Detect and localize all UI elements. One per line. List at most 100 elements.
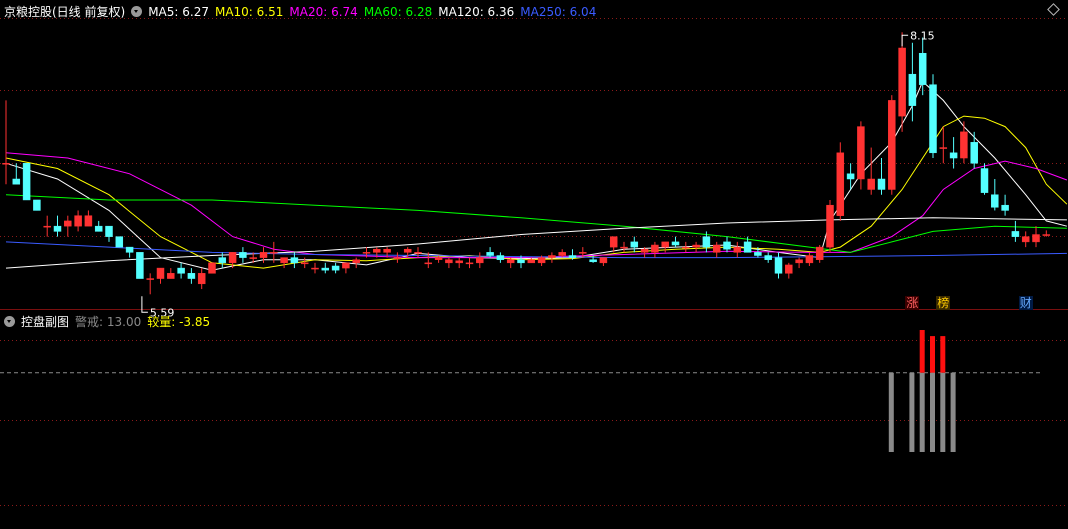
candle-body: [290, 257, 299, 264]
candle-body: [455, 260, 463, 264]
candle-body: [12, 178, 21, 185]
event-badge[interactable]: 榜: [936, 296, 951, 310]
candle-body: [64, 220, 72, 227]
candle-body: [22, 163, 31, 201]
candle-body: [187, 273, 196, 279]
candle-body: [774, 257, 783, 274]
candle-body: [527, 259, 536, 264]
candle-body: [918, 52, 927, 85]
ma-line-ma250: [5, 241, 1067, 259]
candle-body: [259, 252, 268, 258]
candle-body: [548, 255, 556, 258]
candle-body: [857, 126, 865, 180]
candle-body: [383, 248, 391, 253]
candle-body: [908, 73, 917, 106]
candlestick-chart: 8.155.59: [0, 18, 1068, 506]
sub-bar-gray: [909, 372, 915, 452]
candle-body: [795, 259, 803, 264]
candle-body: [249, 257, 257, 259]
dropdown-icon[interactable]: [4, 316, 15, 327]
candle-body: [579, 252, 587, 254]
candle-body: [1042, 234, 1051, 236]
candle-body: [156, 267, 165, 279]
candle-body: [321, 267, 330, 271]
candle-body: [558, 252, 566, 256]
candle-body: [403, 248, 412, 253]
candle-body: [723, 241, 731, 250]
candle-body: [146, 278, 154, 280]
sub-bar-gray: [940, 372, 946, 452]
sub-bar-gray: [930, 372, 935, 452]
candle-body: [929, 84, 937, 154]
candle-body: [733, 246, 742, 253]
candle-body: [939, 147, 948, 149]
candle-body: [362, 252, 371, 254]
ma-line-ma20: [5, 152, 1068, 259]
candle-body: [1001, 204, 1009, 211]
candle-body: [208, 262, 216, 274]
warning-label: 警戒: 13.00: [75, 315, 142, 329]
candle-body: [94, 225, 103, 232]
event-badge[interactable]: 涨: [905, 296, 920, 310]
candle-body: [331, 265, 340, 271]
candle-body: [568, 255, 577, 258]
candle-body: [589, 259, 597, 263]
candle-body: [74, 215, 82, 227]
candle-body: [228, 252, 237, 264]
compare-label: 较量: -3.85: [147, 315, 211, 329]
candle-body: [342, 262, 350, 269]
candle-body: [424, 262, 433, 265]
event-badge[interactable]: 财: [1018, 296, 1033, 310]
candle-body: [311, 267, 319, 270]
candle-body: [826, 204, 834, 248]
candle-body: [1011, 231, 1020, 237]
candle-body: [743, 241, 752, 253]
candle-body: [506, 259, 515, 264]
candle-body: [177, 267, 185, 274]
candle-body: [445, 259, 453, 264]
candle-body: [373, 248, 381, 253]
candle-body: [434, 257, 443, 260]
candle-body: [84, 215, 93, 227]
candle-body: [949, 152, 958, 159]
candle-body: [125, 246, 134, 253]
stock-chart-window: { "header": { "stock_name": "京粮控股(日线 前复权…: [0, 0, 1068, 529]
candle-body: [815, 246, 824, 260]
candle-body: [476, 257, 484, 264]
candle-body: [640, 248, 649, 253]
candle-body: [898, 47, 906, 117]
candle-body: [888, 100, 896, 190]
candle-body: [1032, 234, 1040, 243]
candle-body: [682, 246, 690, 249]
candle-body: [692, 244, 700, 248]
high-marker-label: 8.15: [910, 29, 935, 42]
candle-body: [239, 252, 247, 258]
candle-body: [599, 257, 608, 264]
candle-body: [785, 264, 793, 274]
candle-body: [43, 225, 51, 228]
candle-body: [1021, 236, 1030, 243]
sub-bar-red: [940, 336, 946, 373]
candle-body: [754, 252, 762, 256]
candle-body: [105, 225, 113, 237]
candle-body: [846, 173, 855, 180]
sub-header: 控盘副图 警戒: 13.00 较量: -3.85: [4, 313, 216, 331]
candle-body: [620, 246, 628, 249]
ma-line-ma5: [5, 80, 1068, 271]
candle-body: [53, 225, 62, 232]
candle-body: [352, 259, 360, 264]
sub-bar-red: [919, 330, 925, 373]
candle-body: [33, 199, 41, 211]
candle-body: [517, 259, 525, 264]
candle-body: [537, 257, 546, 264]
candle-body: [115, 236, 124, 248]
high-marker-line: [901, 34, 909, 47]
candle-body: [393, 257, 402, 259]
candle-body: [651, 244, 659, 253]
candle-body: [630, 241, 639, 248]
sub-bar-gray: [888, 372, 894, 452]
candle-body: [661, 241, 669, 248]
candle-body: [496, 255, 505, 260]
candle-body: [280, 257, 288, 264]
candle-body: [167, 273, 175, 279]
